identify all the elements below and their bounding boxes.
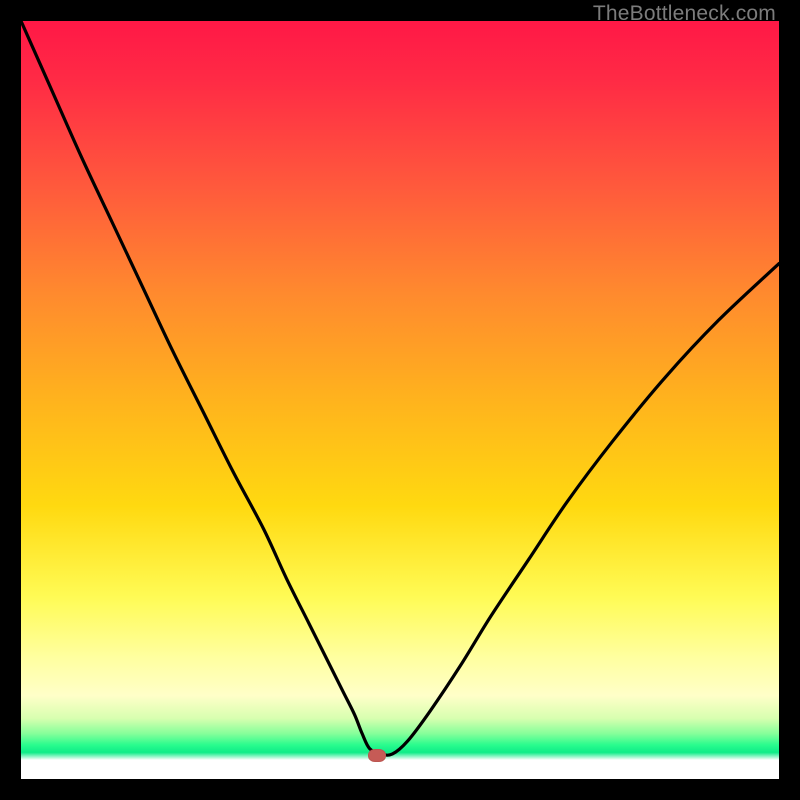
chart-frame: TheBottleneck.com [0,0,800,800]
min-marker [368,749,386,762]
curve-svg [21,21,779,779]
plot-area [21,21,779,779]
bottleneck-curve [21,21,779,755]
